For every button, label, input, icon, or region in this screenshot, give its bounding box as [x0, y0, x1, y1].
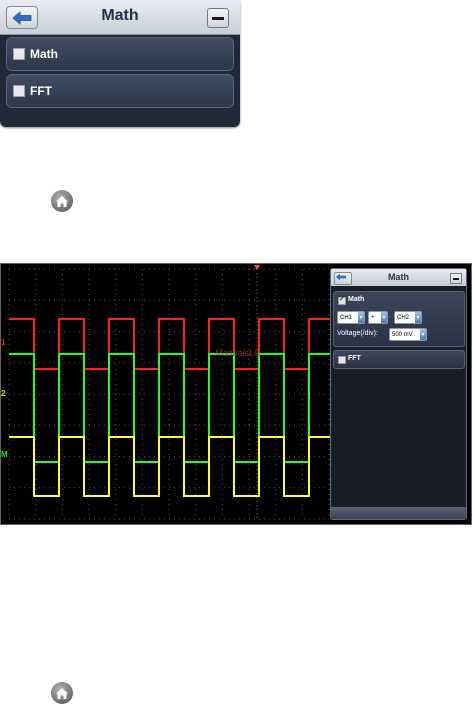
- math-enable-checkbox[interactable]: [338, 295, 346, 305]
- dropdown-arrow-icon: ▼: [381, 312, 387, 323]
- voltage-value: 500 mV: [392, 331, 413, 338]
- dropdown-arrow-icon: ▼: [415, 312, 421, 323]
- voltage-label: Voltage(/div):: [337, 330, 378, 337]
- house-glyph-icon: [56, 687, 68, 699]
- ch2-marker[interactable]: 2: [1, 389, 5, 398]
- fft-option-label: FFT: [30, 84, 52, 98]
- oscilloscope-screen: ManualsLib 1 2 M Math Math CH1 ▼ +: [0, 263, 472, 525]
- source1-select[interactable]: CH1 ▼: [337, 311, 365, 324]
- dropdown-arrow-icon: ▼: [358, 312, 364, 323]
- fft-settings-block[interactable]: FFT: [333, 350, 465, 369]
- math-menu-header: Math: [0, 0, 240, 35]
- panel-title: Math: [388, 272, 409, 282]
- fft-checkbox[interactable]: [13, 85, 25, 97]
- home-icon[interactable]: [51, 190, 73, 212]
- source2-value: CH2: [397, 314, 410, 321]
- fft-option-row[interactable]: FFT: [6, 74, 234, 108]
- fft-enable-label: FFT: [348, 355, 361, 362]
- source2-select[interactable]: CH2 ▼: [394, 311, 422, 324]
- fft-enable-checkbox[interactable]: [338, 356, 346, 364]
- panel-minimize-button[interactable]: [450, 273, 462, 284]
- math-marker[interactable]: M: [1, 450, 8, 459]
- source1-value: CH1: [340, 314, 353, 321]
- minimize-icon: [212, 16, 224, 20]
- math-option-row[interactable]: Math: [6, 37, 234, 71]
- watermark-text: ManualsLib: [215, 348, 261, 358]
- ch1-marker[interactable]: 1: [1, 338, 5, 347]
- minimize-button[interactable]: [207, 8, 229, 28]
- minimize-icon: [453, 277, 459, 280]
- ch1-waveform: [9, 318, 331, 370]
- math-waveform: [9, 353, 331, 463]
- math-menu-panel: Math Math FFT: [0, 0, 240, 127]
- math-option-label: Math: [30, 47, 58, 61]
- math-settings-block: Math CH1 ▼ + ▼ CH2 ▼ Voltage(/div): 500 …: [333, 291, 465, 347]
- math-checkbox[interactable]: [13, 48, 25, 60]
- dropdown-arrow-icon: ▼: [420, 329, 426, 340]
- voltage-select[interactable]: 500 mV ▼: [389, 328, 427, 341]
- math-menu-title: Math: [101, 7, 139, 24]
- operator-value: +: [371, 314, 375, 321]
- operator-select[interactable]: + ▼: [368, 311, 388, 324]
- math-settings-panel: Math Math CH1 ▼ + ▼ CH2 ▼ Voltage(/div):: [330, 268, 467, 520]
- house-glyph-icon: [56, 195, 68, 207]
- ch2-waveform: [9, 436, 331, 497]
- panel-footer: [331, 507, 466, 519]
- panel-header: Math: [331, 269, 466, 286]
- home-icon[interactable]: [51, 682, 73, 704]
- math-enable-label: Math: [348, 296, 365, 303]
